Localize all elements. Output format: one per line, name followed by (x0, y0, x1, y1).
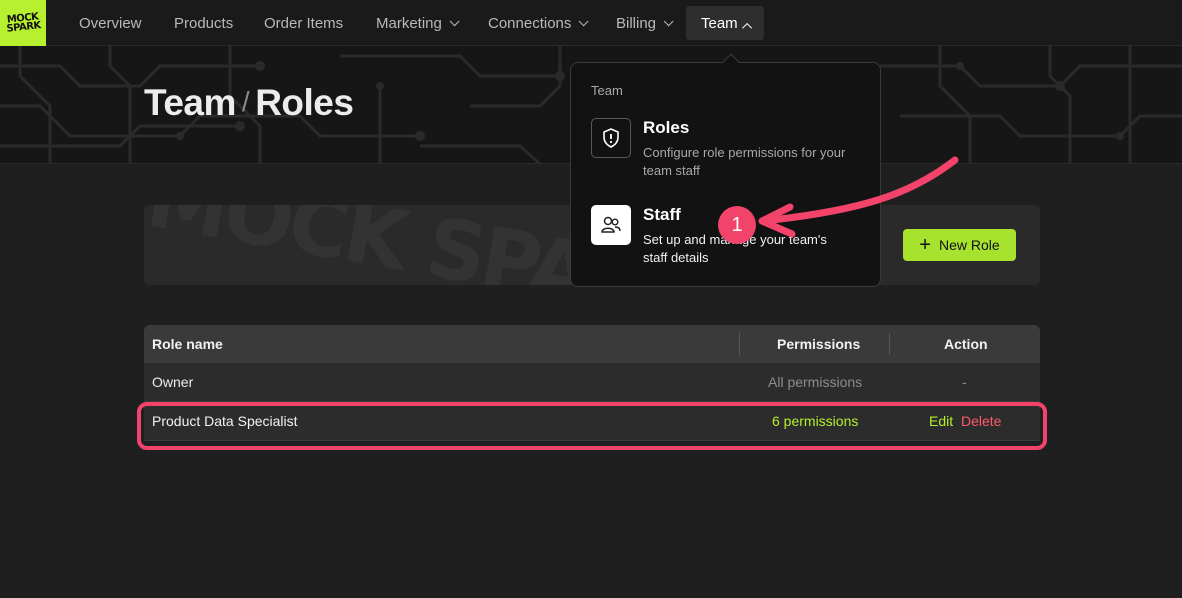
column-divider (889, 333, 890, 355)
plus-icon: + (919, 234, 931, 256)
nav-label: Billing (616, 14, 657, 32)
logo[interactable]: MOCK SPARK (0, 0, 46, 46)
nav-item-team[interactable]: Team (686, 6, 764, 40)
nav-label: Products (174, 14, 234, 32)
chevron-down-icon (663, 15, 674, 26)
chevron-down-icon (579, 15, 589, 26)
chevron-down-icon (449, 15, 460, 26)
top-nav: MOCK SPARK Overview Products Order Items … (0, 0, 1182, 46)
shield-icon (591, 118, 631, 158)
nav-label: Team (701, 14, 738, 32)
chevron-up-icon (741, 22, 752, 33)
menu-item-roles[interactable]: Roles Configure role permissions for you… (591, 118, 871, 188)
table-header: Role name Permissions Action (144, 325, 1040, 363)
breadcrumb-separator: / (241, 86, 250, 117)
dropdown-header: Team (591, 83, 623, 98)
step-badge: 1 (718, 206, 756, 244)
permissions-cell: All permissions (768, 374, 863, 390)
column-header-permissions: Permissions (777, 336, 861, 352)
column-divider (739, 333, 740, 355)
menu-item-description: Configure role permissions for your team… (643, 145, 846, 178)
nav-item-marketing[interactable]: Marketing (368, 6, 464, 40)
role-name-cell: Owner (152, 374, 194, 390)
nav-item-order-items[interactable]: Order Items (256, 6, 351, 40)
menu-item-title: Roles (643, 118, 690, 137)
breadcrumb-section[interactable]: Team (144, 82, 236, 123)
nav-item-products[interactable]: Products (166, 6, 241, 40)
new-role-button[interactable]: + New Role (903, 229, 1016, 261)
menu-item-title: Staff (643, 205, 681, 224)
nav-label: Overview (79, 14, 142, 32)
nav-item-billing[interactable]: Billing (608, 6, 678, 40)
team-dropdown-menu: Team Roles Configure role permissions fo… (570, 53, 881, 287)
row-highlight-annotation (137, 402, 1047, 450)
action-cell: - (962, 374, 967, 390)
nav-label: Order Items (264, 14, 344, 32)
page-title: Team / Roles (144, 82, 354, 124)
new-role-label: New Role (938, 237, 1000, 253)
users-icon (591, 205, 631, 245)
nav-label: Connections (488, 14, 572, 32)
nav-item-overview[interactable]: Overview (71, 6, 150, 40)
column-header-action: Action (944, 336, 988, 352)
nav-label: Marketing (376, 14, 442, 32)
nav-item-connections[interactable]: Connections (480, 6, 593, 40)
logo-text: MOCK SPARK (5, 11, 42, 35)
column-header-role-name: Role name (152, 336, 223, 352)
table-row: Owner All permissions - (144, 363, 1040, 402)
breadcrumb-current: Roles (255, 82, 354, 123)
